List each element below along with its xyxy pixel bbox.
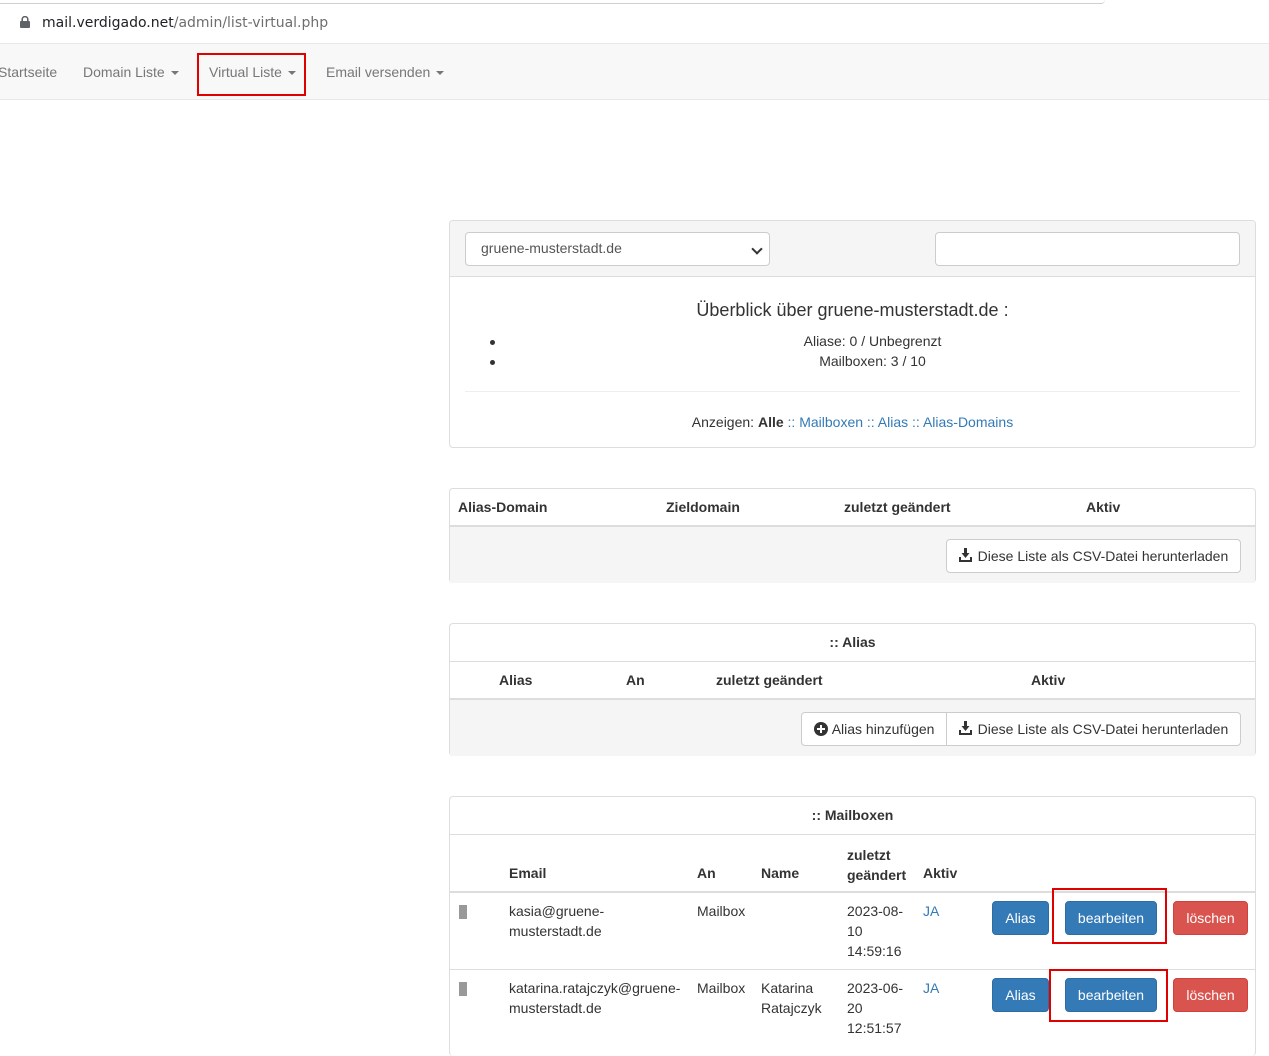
csv-download-button[interactable]: Diese Liste als CSV-Datei herunterladen bbox=[946, 712, 1241, 746]
plus-circle-icon bbox=[813, 722, 828, 736]
column-header-changed: zuletzt geändert bbox=[844, 499, 951, 515]
mailbox-an: Mailbox bbox=[697, 903, 746, 919]
download-icon bbox=[958, 721, 972, 735]
column-header-an: An bbox=[697, 865, 716, 881]
text-line: Katarina bbox=[761, 980, 814, 996]
highlight-box-virtual-liste bbox=[197, 53, 306, 96]
highlight-box-edit-row-1 bbox=[1052, 888, 1167, 944]
mailbox-name: Katarina Ratajczyk bbox=[761, 978, 822, 1018]
show-filter-links: Anzeigen: Alle :: Mailboxen :: Alias :: … bbox=[450, 414, 1255, 430]
show-all-link[interactable]: Alle bbox=[758, 414, 784, 430]
text-line: kasia@gruene- bbox=[509, 903, 605, 919]
text-line: Ratajczyk bbox=[761, 1000, 822, 1016]
alias-panel: :: Alias Alias An zuletzt geändert Aktiv… bbox=[449, 623, 1256, 756]
alias-footer: Alias hinzufügen Diese Liste als CSV-Dat… bbox=[450, 698, 1255, 756]
tab-strip-edge bbox=[0, 0, 1105, 4]
nav-item-startseite[interactable]: Startseite bbox=[0, 44, 57, 100]
alias-domains-footer: Diese Liste als CSV-Datei herunterladen bbox=[450, 525, 1255, 583]
row-checkbox[interactable] bbox=[459, 982, 467, 996]
column-header-changed: zuletzt geändert bbox=[716, 672, 823, 688]
nav-item-label: Domain Liste bbox=[83, 64, 165, 80]
mailbox-active-link[interactable]: JA bbox=[923, 901, 939, 921]
divider bbox=[465, 391, 1240, 392]
column-header-zieldomain: Zieldomain bbox=[666, 499, 740, 515]
column-header-alias-domain: Alias-Domain bbox=[458, 499, 548, 515]
header-line: geändert bbox=[847, 867, 907, 883]
text-line: 12:51:57 bbox=[847, 1020, 902, 1036]
column-header-name: Name bbox=[761, 865, 800, 881]
column-header-email: Email bbox=[509, 865, 547, 881]
mailbox-delete-button[interactable]: löschen bbox=[1173, 978, 1248, 1012]
text-line: 14:59:16 bbox=[847, 943, 902, 959]
mailbox-active-link[interactable]: JA bbox=[923, 978, 939, 998]
mailbox-email: kasia@gruene-musterstadt.de bbox=[509, 901, 604, 941]
text-line: 2023-06- bbox=[847, 980, 904, 996]
mailbox-alias-button[interactable]: Alias bbox=[992, 978, 1049, 1012]
alias-domains-panel: Alias-Domain Zieldomain zuletzt geändert… bbox=[449, 488, 1256, 583]
mailbox-changed: 2023-06- 20 12:51:57 bbox=[847, 978, 903, 1038]
mailboxes-panel-title: :: Mailboxen bbox=[811, 807, 894, 823]
text-line: 20 bbox=[847, 1000, 863, 1016]
domain-select-value: gruene-musterstadt.de bbox=[481, 240, 622, 256]
csv-button-label: Diese Liste als CSV-Datei herunterladen bbox=[977, 721, 1229, 737]
overview-panel: gruene-musterstadt.de Überblick über gru… bbox=[449, 220, 1256, 448]
highlight-box-edit-row-2 bbox=[1049, 969, 1168, 1022]
column-header-changed: zuletzt geändert bbox=[847, 845, 906, 885]
show-mailboxes-link[interactable]: :: Mailboxen bbox=[788, 414, 863, 430]
divider bbox=[450, 661, 1255, 662]
main-navbar: Startseite Domain Liste Virtual Liste Em… bbox=[0, 44, 1269, 100]
mailbox-email: katarina.ratajczyk@gruene-musterstadt.de bbox=[509, 978, 680, 1018]
text-line: musterstadt.de bbox=[509, 1000, 602, 1016]
text-line: 2023-08- bbox=[847, 903, 904, 919]
show-label: Anzeigen: bbox=[691, 414, 755, 430]
column-header-alias: Alias bbox=[499, 672, 533, 688]
show-alias-link[interactable]: :: Alias bbox=[867, 414, 908, 430]
nav-item-email-versenden[interactable]: Email versenden bbox=[326, 44, 445, 100]
caret-down-icon bbox=[436, 71, 445, 76]
column-header-aktiv: Aktiv bbox=[1031, 672, 1066, 688]
column-header-aktiv: Aktiv bbox=[1086, 499, 1121, 515]
add-alias-label: Alias hinzufügen bbox=[831, 721, 935, 737]
url-host: mail.verdigado.net bbox=[42, 15, 174, 31]
search-input[interactable] bbox=[935, 232, 1240, 266]
header-line: zuletzt bbox=[847, 847, 891, 863]
domain-select[interactable]: gruene-musterstadt.de bbox=[465, 232, 770, 266]
nav-item-label: Startseite bbox=[0, 64, 58, 80]
add-alias-button[interactable]: Alias hinzufügen bbox=[801, 712, 947, 746]
show-alias-domains-link[interactable]: :: Alias-Domains bbox=[912, 414, 1013, 430]
stat-aliases: Aliase: 0 / Unbegrenzt bbox=[803, 333, 942, 349]
text-line: katarina.ratajczyk@gruene- bbox=[509, 980, 681, 996]
nav-item-label: Email versenden bbox=[326, 64, 431, 80]
csv-button-label: Diese Liste als CSV-Datei herunterladen bbox=[977, 548, 1229, 564]
mailbox-an: Mailbox bbox=[697, 980, 746, 996]
mailbox-changed: 2023-08- 10 14:59:16 bbox=[847, 901, 903, 961]
chevron-down-icon bbox=[751, 243, 763, 255]
text-line: 10 bbox=[847, 923, 863, 939]
alias-panel-title: :: Alias bbox=[829, 634, 876, 650]
stat-mailboxes: Mailboxen: 3 / 10 bbox=[819, 353, 926, 369]
column-header-aktiv: Aktiv bbox=[923, 865, 958, 881]
url-path: /admin/list-virtual.php bbox=[173, 15, 329, 31]
browser-address-bar[interactable]: mail.verdigado.net/admin/list-virtual.ph… bbox=[0, 0, 1269, 44]
mailbox-delete-button[interactable]: löschen bbox=[1173, 901, 1248, 935]
row-checkbox[interactable] bbox=[459, 905, 467, 919]
divider bbox=[450, 834, 1255, 835]
csv-download-button[interactable]: Diese Liste als CSV-Datei herunterladen bbox=[946, 539, 1241, 573]
text-line: musterstadt.de bbox=[509, 923, 602, 939]
mailbox-alias-button[interactable]: Alias bbox=[992, 901, 1049, 935]
nav-item-domain-liste[interactable]: Domain Liste bbox=[83, 44, 179, 100]
download-icon bbox=[958, 548, 972, 562]
overview-title: Überblick über gruene-musterstadt.de : bbox=[696, 300, 1009, 320]
url-text[interactable]: mail.verdigado.net/admin/list-virtual.ph… bbox=[42, 15, 328, 31]
caret-down-icon bbox=[170, 71, 179, 76]
column-header-an: An bbox=[626, 672, 645, 688]
filter-bar: gruene-musterstadt.de bbox=[450, 221, 1255, 277]
lock-icon bbox=[20, 16, 30, 28]
